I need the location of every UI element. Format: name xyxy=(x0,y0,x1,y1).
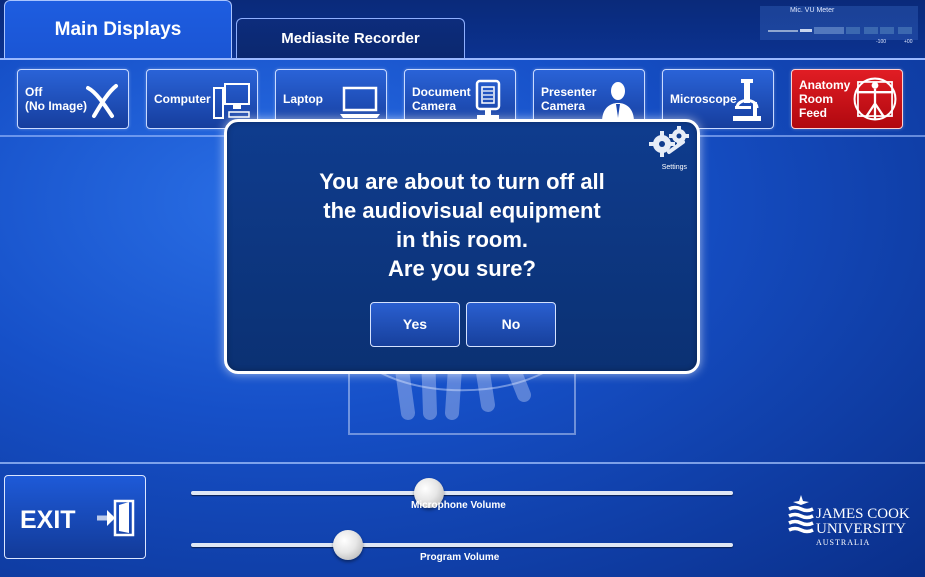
source-label: Off (No Image) xyxy=(25,85,88,113)
dialog-message-line: Are you sure? xyxy=(388,256,536,281)
tab-main-displays[interactable]: Main Displays xyxy=(4,0,232,60)
jcu-crest-icon xyxy=(788,495,814,534)
slider-knob[interactable] xyxy=(333,530,364,560)
gear-icon[interactable] xyxy=(649,126,691,160)
source-label: Presenter Camera xyxy=(541,85,597,113)
source-label: Document Camera xyxy=(412,85,471,113)
source-label: Laptop xyxy=(283,92,323,106)
document-camera-icon xyxy=(475,79,501,120)
slider-track[interactable] xyxy=(191,491,733,495)
logo-line3: AUSTRALIA xyxy=(816,538,871,547)
exit-button[interactable]: EXIT xyxy=(4,475,146,559)
dialog-message: You are about to turn off all the audiov… xyxy=(227,167,697,283)
tab-mediasite-recorder[interactable]: Mediasite Recorder xyxy=(236,18,465,60)
vu-meter: -100 +00 xyxy=(760,6,918,45)
vu-scale-low: -100 xyxy=(876,39,887,45)
source-off-button[interactable]: Off (No Image) xyxy=(17,69,129,129)
laptop-icon xyxy=(340,86,380,118)
slider-track[interactable] xyxy=(191,543,733,547)
vu-meter-title: Mic. VU Meter xyxy=(790,7,835,14)
logo-line2: UNIVERSITY xyxy=(816,521,906,537)
presenter-icon xyxy=(602,82,634,122)
dialog-message-line: the audiovisual equipment xyxy=(323,198,601,223)
x-icon xyxy=(86,84,118,118)
computer-icon xyxy=(213,83,250,119)
vitruvian-man-icon xyxy=(853,77,897,121)
dialog-message-line: in this room. xyxy=(396,227,528,252)
exit-label: EXIT xyxy=(20,506,76,534)
jcu-logo: JAMES COOK UNIVERSITY AUSTRALIA xyxy=(787,493,917,553)
source-anatomy-room-feed-button[interactable]: Anatomy Room Feed xyxy=(791,69,903,129)
bottom-divider xyxy=(0,462,925,464)
tab-divider xyxy=(0,58,925,60)
no-button[interactable]: No xyxy=(466,302,556,347)
exit-door-icon xyxy=(97,499,135,537)
yes-button[interactable]: Yes xyxy=(370,302,460,347)
vu-scale-high: +00 xyxy=(904,39,913,45)
source-label: Anatomy Room Feed xyxy=(799,78,851,120)
confirm-dialog: Settings You are about to turn off all t… xyxy=(224,119,700,374)
source-label: Computer xyxy=(154,92,211,106)
dialog-message-line: You are about to turn off all xyxy=(319,169,605,194)
slider-label: Microphone Volume xyxy=(411,500,506,511)
microscope-icon xyxy=(733,79,761,121)
slider-label: Program Volume xyxy=(420,552,500,563)
